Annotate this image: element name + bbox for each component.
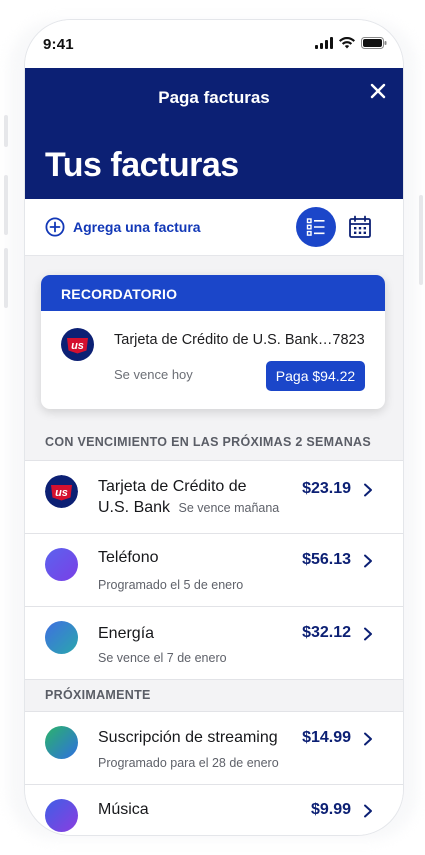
bill-row-music[interactable]: Música $9.99: [25, 785, 403, 835]
bill-name: Música: [98, 801, 149, 818]
bill-name: Teléfono: [98, 549, 159, 566]
chevron-right-icon: [364, 804, 372, 818]
bill-row-phone[interactable]: Teléfono Programado el 5 de enero $56.13: [25, 534, 403, 607]
bill-row-energy[interactable]: Energía Se vence el 7 de enero $32.12: [25, 607, 403, 680]
bill-name-line2: U.S. Bank: [98, 499, 171, 516]
add-bill-label: Agrega una factura: [73, 219, 201, 235]
bill-amount: $32.12: [302, 624, 351, 641]
bill-name-line1: Tarjeta de Crédito de: [98, 478, 247, 495]
bill-amount: $23.19: [302, 480, 351, 497]
bill-name: Tarjeta de Crédito de U.S. Bank Se vence…: [98, 476, 279, 519]
close-icon[interactable]: [367, 80, 389, 102]
device-button-mute: [4, 115, 8, 147]
bill-name-line2-wrap: U.S. Bank Se vence mañana: [98, 497, 279, 519]
plus-circle-icon: [45, 217, 65, 237]
device-button-volume-down: [4, 248, 8, 308]
bill-amount: $56.13: [302, 551, 351, 568]
status-bar: 9:41: [25, 20, 403, 68]
wifi-icon: [339, 37, 355, 49]
list-icon: [306, 218, 325, 236]
reminder-bill-name: Tarjeta de Crédito de U.S. Bank…7823: [114, 332, 365, 348]
device-button-power: [419, 195, 423, 285]
status-icons: [315, 37, 387, 49]
phone-frame: 9:41 Paga facturas Tus facturas Agrega u…: [25, 20, 403, 835]
chevron-right-icon: [364, 483, 372, 497]
header-title: Paga facturas: [158, 88, 270, 107]
bill-category-dot: [45, 548, 78, 581]
us-bank-logo-text: us: [71, 340, 84, 352]
list-view-button[interactable]: [296, 207, 336, 247]
bill-status: Se vence mañana: [178, 501, 280, 515]
us-bank-logo: us: [45, 475, 78, 508]
bills-toolbar: Agrega una factura: [25, 199, 403, 256]
chevron-right-icon: [364, 554, 372, 568]
bill-name: Energía: [98, 625, 155, 642]
device-button-volume-up: [4, 175, 8, 235]
bill-status: Se vence el 7 de enero: [98, 651, 227, 665]
bill-row-credit-card[interactable]: us Tarjeta de Crédito de U.S. Bank Se ve…: [25, 461, 403, 534]
bill-status: Programado el 5 de enero: [98, 578, 244, 592]
bill-category-dot: [45, 621, 78, 654]
reminder-due-text: Se vence hoy: [114, 367, 193, 382]
page-title: Tus facturas: [45, 146, 239, 184]
section-header-soon: PRÓXIMAMENTE: [25, 680, 403, 712]
reminder-header: RECORDATORIO: [41, 275, 385, 311]
status-time: 9:41: [43, 36, 74, 53]
pay-button[interactable]: Paga $94.22: [266, 361, 365, 391]
cellular-signal-icon: [315, 37, 333, 49]
bill-row-streaming[interactable]: Suscripción de streaming Programado para…: [25, 712, 403, 785]
bill-category-dot: [45, 726, 78, 759]
bill-category-dot: [45, 799, 78, 832]
bill-name: Suscripción de streaming: [98, 729, 278, 746]
reminder-card: RECORDATORIO us Tarjeta de Crédito de U.…: [41, 275, 385, 409]
bill-status: Programado para el 28 de enero: [98, 756, 279, 770]
bill-amount: $14.99: [302, 729, 351, 746]
battery-icon: [361, 37, 387, 49]
us-bank-logo: us: [61, 328, 94, 361]
us-bank-logo-text: us: [55, 487, 68, 499]
chevron-right-icon: [364, 732, 372, 746]
bill-amount: $9.99: [310, 801, 351, 818]
calendar-icon[interactable]: [347, 214, 373, 240]
add-bill-button[interactable]: Agrega una factura: [45, 217, 201, 237]
page-header: Paga facturas Tus facturas: [25, 68, 403, 199]
section-header-next-two-weeks: CON VENCIMIENTO EN LAS PRÓXIMAS 2 SEMANA…: [25, 429, 403, 461]
chevron-right-icon: [364, 627, 372, 641]
